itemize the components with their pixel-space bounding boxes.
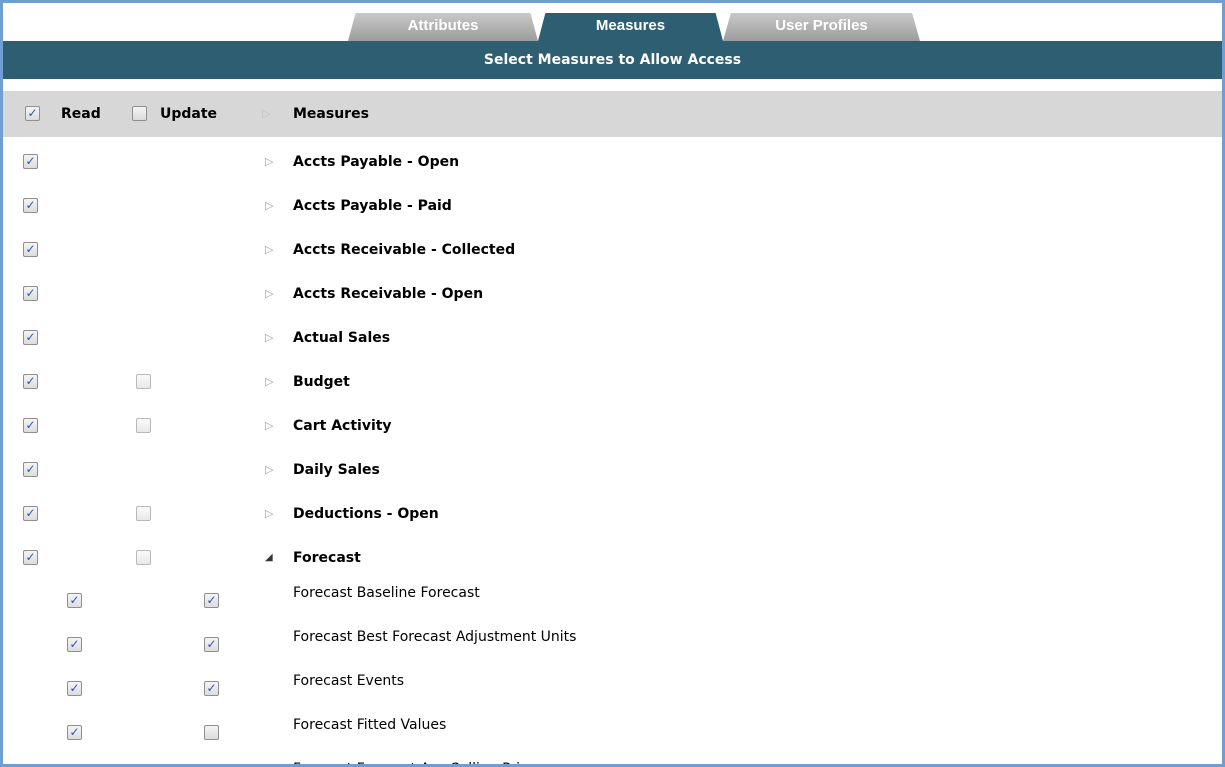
forecast-child-row: Forecast Best Forecast Adjustment Units (3, 625, 1222, 655)
measure-row: ▷ Deductions - Open (3, 499, 1222, 529)
measure-label: Accts Receivable - Collected (293, 242, 516, 258)
triangle-right-icon[interactable]: ▷ (265, 154, 273, 170)
read-checkbox[interactable] (23, 330, 38, 345)
measure-row: ▷ Daily Sales (3, 455, 1222, 485)
tab-measures[interactable]: Measures (538, 13, 723, 41)
measures-column-header: Measures (293, 106, 369, 122)
tab-attributes[interactable]: Attributes (348, 13, 538, 41)
measure-label: Accts Payable - Open (293, 154, 460, 170)
read-checkbox[interactable] (67, 681, 82, 696)
measure-label: Daily Sales (293, 462, 380, 478)
forecast-child-row: Forecast Fitted Values (3, 713, 1222, 743)
measure-label: Actual Sales (293, 330, 391, 346)
triangle-right-icon[interactable]: ▷ (262, 107, 270, 121)
forecast-child-row: Forecast Baseline Forecast (3, 581, 1222, 611)
triangle-down-icon[interactable]: ◢ (265, 550, 273, 566)
triangle-right-icon[interactable]: ▷ (265, 506, 273, 522)
triangle-right-icon[interactable]: ▷ (265, 286, 273, 302)
read-checkbox[interactable] (67, 725, 82, 740)
read-checkbox[interactable] (23, 550, 38, 565)
update-column-header: Update (160, 106, 218, 122)
read-column-header: Read (61, 106, 101, 122)
read-all-checkbox[interactable] (25, 106, 40, 121)
forecast-child-row: Forecast Forecast Avg Selling Price (3, 757, 1222, 764)
triangle-right-icon[interactable]: ▷ (265, 462, 273, 478)
measure-row: ▷ Accts Receivable - Collected (3, 235, 1222, 265)
tab-bar: Attributes Measures User Profiles (3, 13, 1222, 41)
measure-label: Deductions - Open (293, 506, 439, 522)
column-header-row: Read Update ▷ Measures (3, 91, 1222, 137)
measure-row: ▷ Actual Sales (3, 323, 1222, 353)
measures-access-panel: Attributes Measures User Profiles Select… (0, 0, 1225, 767)
measure-row: ◢ Forecast (3, 543, 1222, 573)
update-checkbox[interactable] (204, 725, 219, 740)
update-checkbox[interactable] (136, 506, 151, 521)
read-checkbox[interactable] (23, 374, 38, 389)
measure-label: Cart Activity (293, 418, 392, 434)
update-checkbox[interactable] (204, 593, 219, 608)
measure-label: Forecast Events (293, 673, 405, 689)
update-checkbox[interactable] (136, 374, 151, 389)
read-checkbox[interactable] (23, 242, 38, 257)
measure-row: ▷ Cart Activity (3, 411, 1222, 441)
triangle-right-icon[interactable]: ▷ (265, 418, 273, 434)
measure-label: Accts Receivable - Open (293, 286, 484, 302)
read-checkbox[interactable] (67, 637, 82, 652)
measure-row: ▷ Accts Payable - Paid (3, 191, 1222, 221)
read-checkbox[interactable] (23, 154, 38, 169)
read-checkbox[interactable] (67, 593, 82, 608)
update-checkbox[interactable] (204, 637, 219, 652)
update-checkbox[interactable] (204, 681, 219, 696)
forecast-child-row: Forecast Events (3, 669, 1222, 699)
measure-label: Forecast Forecast Avg Selling Price (293, 757, 536, 764)
measure-row: ▷ Accts Payable - Open (3, 147, 1222, 177)
measure-label: Accts Payable - Paid (293, 198, 452, 214)
measure-row: ▷ Accts Receivable - Open (3, 279, 1222, 309)
triangle-right-icon[interactable]: ▷ (265, 198, 273, 214)
measure-label: Budget (293, 374, 350, 390)
update-checkbox[interactable] (136, 550, 151, 565)
read-checkbox[interactable] (23, 286, 38, 301)
tab-user-profiles[interactable]: User Profiles (723, 13, 920, 41)
measure-label: Forecast (293, 550, 361, 566)
update-all-checkbox[interactable] (132, 106, 147, 121)
read-checkbox[interactable] (23, 506, 38, 521)
update-checkbox[interactable] (136, 418, 151, 433)
measure-label: Forecast Baseline Forecast (293, 585, 480, 601)
triangle-right-icon[interactable]: ▷ (265, 374, 273, 390)
panel-title: Select Measures to Allow Access (3, 41, 1222, 79)
triangle-right-icon[interactable]: ▷ (265, 242, 273, 258)
measure-row: ▷ Budget (3, 367, 1222, 397)
read-checkbox[interactable] (23, 418, 38, 433)
triangle-right-icon[interactable]: ▷ (265, 330, 273, 346)
read-checkbox[interactable] (23, 198, 38, 213)
measure-label: Forecast Fitted Values (293, 717, 447, 733)
measure-label: Forecast Best Forecast Adjustment Units (293, 629, 577, 645)
read-checkbox[interactable] (23, 462, 38, 477)
